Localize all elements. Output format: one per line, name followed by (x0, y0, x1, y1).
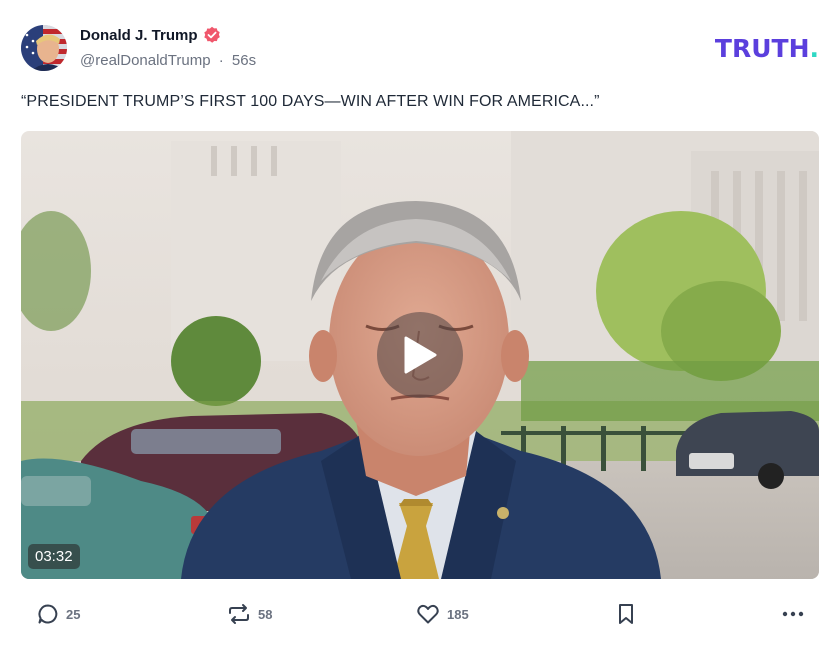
meta-separator: · (218, 52, 224, 69)
author-name-row: Donald J. Trump (80, 26, 221, 44)
play-button[interactable] (377, 312, 463, 398)
retruth-count: 58 (258, 606, 273, 622)
reply-bubble-icon (38, 604, 58, 624)
post-body-text: “PRESIDENT TRUMP’S FIRST 100 DAYS—WIN AF… (21, 93, 600, 110)
repost-icon (229, 604, 249, 624)
reply-count: 25 (66, 606, 81, 622)
more-options-button[interactable] (781, 598, 805, 630)
avatar[interactable] (21, 25, 67, 71)
bookmark-button[interactable] (616, 598, 636, 630)
author-handle-row: @realDonaldTrump · 56s (80, 52, 256, 69)
post-timestamp[interactable]: 56s (232, 52, 256, 69)
like-count: 185 (447, 606, 469, 622)
play-icon (404, 336, 437, 374)
reply-button[interactable]: 25 (37, 598, 80, 630)
truth-social-logo[interactable]: TRUTH. (715, 34, 819, 63)
video-duration: 03:32 (28, 544, 80, 569)
post-header: Donald J. Trump @realDonaldTrump · 56s T… (21, 24, 821, 72)
like-button[interactable]: 185 (416, 598, 469, 630)
heart-icon (417, 604, 439, 624)
retruth-button[interactable]: 58 (227, 598, 272, 630)
logo-text: TRUTH (714, 34, 810, 63)
post-action-bar: 25 58 185 (21, 598, 821, 630)
bookmark-icon (619, 604, 633, 624)
author-display-name[interactable]: Donald J. Trump (80, 27, 198, 44)
verified-badge-icon (203, 26, 221, 44)
video-player[interactable]: 03:32 (21, 131, 819, 579)
author-handle[interactable]: @realDonaldTrump (80, 52, 211, 69)
more-horizontal-icon (782, 611, 804, 617)
logo-dot: . (809, 34, 820, 63)
